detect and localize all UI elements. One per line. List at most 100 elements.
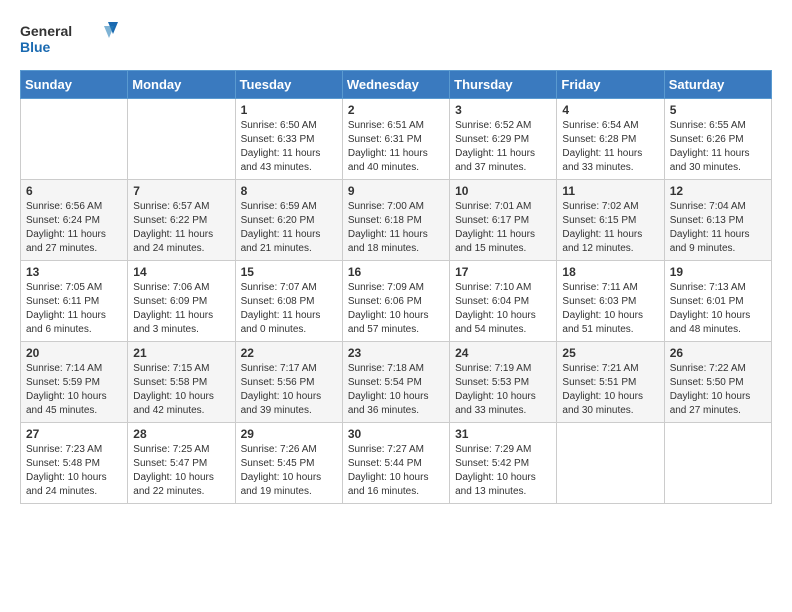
day-cell: 14 Sunrise: 7:06 AMSunset: 6:09 PMDayligh…: [128, 261, 235, 342]
day-info: Sunrise: 7:04 AMSunset: 6:13 PMDaylight:…: [670, 200, 766, 256]
header: General Blue: [20, 20, 772, 60]
day-info: Sunrise: 7:19 AMSunset: 5:53 PMDaylight:…: [455, 362, 551, 418]
weekday-header-thursday: Thursday: [450, 71, 557, 99]
day-info: Sunrise: 7:22 AMSunset: 5:50 PMDaylight:…: [670, 362, 766, 418]
day-cell: 23 Sunrise: 7:18 AMSunset: 5:54 PMDayligh…: [342, 342, 449, 423]
day-info: Sunrise: 6:52 AMSunset: 6:29 PMDaylight:…: [455, 119, 551, 175]
day-cell: 31 Sunrise: 7:29 AMSunset: 5:42 PMDayligh…: [450, 423, 557, 504]
day-info: Sunrise: 7:01 AMSunset: 6:17 PMDaylight:…: [455, 200, 551, 256]
weekday-header-sunday: Sunday: [21, 71, 128, 99]
day-number: 31: [455, 427, 551, 441]
day-info: Sunrise: 7:23 AMSunset: 5:48 PMDaylight:…: [26, 443, 122, 499]
day-number: 24: [455, 346, 551, 360]
day-number: 1: [241, 103, 337, 117]
day-info: Sunrise: 7:06 AMSunset: 6:09 PMDaylight:…: [133, 281, 229, 337]
day-info: Sunrise: 7:07 AMSunset: 6:08 PMDaylight:…: [241, 281, 337, 337]
day-info: Sunrise: 6:50 AMSunset: 6:33 PMDaylight:…: [241, 119, 337, 175]
day-number: 18: [562, 265, 658, 279]
day-number: 27: [26, 427, 122, 441]
day-cell: 15 Sunrise: 7:07 AMSunset: 6:08 PMDayligh…: [235, 261, 342, 342]
day-number: 7: [133, 184, 229, 198]
day-info: Sunrise: 6:59 AMSunset: 6:20 PMDaylight:…: [241, 200, 337, 256]
day-cell: 3Sunrise: 6:52 AMSunset: 6:29 PMDaylight…: [450, 99, 557, 180]
day-info: Sunrise: 7:02 AMSunset: 6:15 PMDaylight:…: [562, 200, 658, 256]
day-info: Sunrise: 7:25 AMSunset: 5:47 PMDaylight:…: [133, 443, 229, 499]
day-number: 30: [348, 427, 444, 441]
week-row-2: 6 Sunrise: 6:56 AMSunset: 6:24 PMDaylight…: [21, 180, 772, 261]
day-number: 13: [26, 265, 122, 279]
day-cell: 22 Sunrise: 7:17 AMSunset: 5:56 PMDayligh…: [235, 342, 342, 423]
weekday-header-wednesday: Wednesday: [342, 71, 449, 99]
day-cell: 24 Sunrise: 7:19 AMSunset: 5:53 PMDayligh…: [450, 342, 557, 423]
day-number: 17: [455, 265, 551, 279]
day-cell: [557, 423, 664, 504]
day-number: 29: [241, 427, 337, 441]
day-info: Sunrise: 7:00 AMSunset: 6:18 PMDaylight:…: [348, 200, 444, 256]
day-cell: 25 Sunrise: 7:21 AMSunset: 5:51 PMDayligh…: [557, 342, 664, 423]
day-cell: 29 Sunrise: 7:26 AMSunset: 5:45 PMDayligh…: [235, 423, 342, 504]
day-cell: 13 Sunrise: 7:05 AMSunset: 6:11 PMDayligh…: [21, 261, 128, 342]
day-info: Sunrise: 6:56 AMSunset: 6:24 PMDaylight:…: [26, 200, 122, 256]
day-number: 21: [133, 346, 229, 360]
day-info: Sunrise: 7:18 AMSunset: 5:54 PMDaylight:…: [348, 362, 444, 418]
day-info: Sunrise: 7:26 AMSunset: 5:45 PMDaylight:…: [241, 443, 337, 499]
day-number: 26: [670, 346, 766, 360]
day-cell: 20 Sunrise: 7:14 AMSunset: 5:59 PMDayligh…: [21, 342, 128, 423]
day-number: 15: [241, 265, 337, 279]
day-info: Sunrise: 7:09 AMSunset: 6:06 PMDaylight:…: [348, 281, 444, 337]
day-info: Sunrise: 6:54 AMSunset: 6:28 PMDaylight:…: [562, 119, 658, 175]
day-cell: [664, 423, 771, 504]
day-cell: 4Sunrise: 6:54 AMSunset: 6:28 PMDaylight…: [557, 99, 664, 180]
day-number: 20: [26, 346, 122, 360]
day-cell: 30Sunrise: 7:27 AMSunset: 5:44 PMDayligh…: [342, 423, 449, 504]
day-number: 14: [133, 265, 229, 279]
day-cell: [21, 99, 128, 180]
day-number: 8: [241, 184, 337, 198]
day-info: Sunrise: 6:55 AMSunset: 6:26 PMDaylight:…: [670, 119, 766, 175]
day-cell: 7Sunrise: 6:57 AMSunset: 6:22 PMDaylight…: [128, 180, 235, 261]
day-info: Sunrise: 7:21 AMSunset: 5:51 PMDaylight:…: [562, 362, 658, 418]
day-cell: 10 Sunrise: 7:01 AMSunset: 6:17 PMDayligh…: [450, 180, 557, 261]
day-cell: 5 Sunrise: 6:55 AMSunset: 6:26 PMDaylight…: [664, 99, 771, 180]
svg-text:General: General: [20, 23, 72, 39]
weekday-header-saturday: Saturday: [664, 71, 771, 99]
day-info: Sunrise: 7:05 AMSunset: 6:11 PMDaylight:…: [26, 281, 122, 337]
day-cell: 2Sunrise: 6:51 AMSunset: 6:31 PMDaylight…: [342, 99, 449, 180]
week-row-4: 20 Sunrise: 7:14 AMSunset: 5:59 PMDayligh…: [21, 342, 772, 423]
day-number: 5: [670, 103, 766, 117]
day-cell: 27 Sunrise: 7:23 AMSunset: 5:48 PMDayligh…: [21, 423, 128, 504]
svg-text:Blue: Blue: [20, 39, 51, 55]
day-number: 11: [562, 184, 658, 198]
day-number: 28: [133, 427, 229, 441]
day-number: 12: [670, 184, 766, 198]
day-info: Sunrise: 7:29 AMSunset: 5:42 PMDaylight:…: [455, 443, 551, 499]
day-info: Sunrise: 7:17 AMSunset: 5:56 PMDaylight:…: [241, 362, 337, 418]
day-cell: 28 Sunrise: 7:25 AMSunset: 5:47 PMDayligh…: [128, 423, 235, 504]
day-cell: 12 Sunrise: 7:04 AMSunset: 6:13 PMDayligh…: [664, 180, 771, 261]
day-cell: 16 Sunrise: 7:09 AMSunset: 6:06 PMDayligh…: [342, 261, 449, 342]
day-number: 2: [348, 103, 444, 117]
weekday-header-friday: Friday: [557, 71, 664, 99]
day-info: Sunrise: 7:15 AMSunset: 5:58 PMDaylight:…: [133, 362, 229, 418]
day-cell: 19Sunrise: 7:13 AMSunset: 6:01 PMDayligh…: [664, 261, 771, 342]
calendar: SundayMondayTuesdayWednesdayThursdayFrid…: [20, 70, 772, 504]
day-cell: 1 Sunrise: 6:50 AMSunset: 6:33 PMDaylight…: [235, 99, 342, 180]
day-cell: 11 Sunrise: 7:02 AMSunset: 6:15 PMDayligh…: [557, 180, 664, 261]
day-number: 22: [241, 346, 337, 360]
day-cell: 18Sunrise: 7:11 AMSunset: 6:03 PMDayligh…: [557, 261, 664, 342]
day-info: Sunrise: 7:10 AMSunset: 6:04 PMDaylight:…: [455, 281, 551, 337]
week-row-5: 27 Sunrise: 7:23 AMSunset: 5:48 PMDayligh…: [21, 423, 772, 504]
day-number: 16: [348, 265, 444, 279]
day-cell: 9 Sunrise: 7:00 AMSunset: 6:18 PMDaylight…: [342, 180, 449, 261]
day-number: 19: [670, 265, 766, 279]
day-number: 9: [348, 184, 444, 198]
logo-svg: General Blue: [20, 20, 120, 60]
week-row-3: 13 Sunrise: 7:05 AMSunset: 6:11 PMDayligh…: [21, 261, 772, 342]
day-number: 25: [562, 346, 658, 360]
day-cell: 26 Sunrise: 7:22 AMSunset: 5:50 PMDayligh…: [664, 342, 771, 423]
day-number: 10: [455, 184, 551, 198]
day-number: 23: [348, 346, 444, 360]
week-row-1: 1 Sunrise: 6:50 AMSunset: 6:33 PMDaylight…: [21, 99, 772, 180]
day-number: 6: [26, 184, 122, 198]
day-info: Sunrise: 7:14 AMSunset: 5:59 PMDaylight:…: [26, 362, 122, 418]
